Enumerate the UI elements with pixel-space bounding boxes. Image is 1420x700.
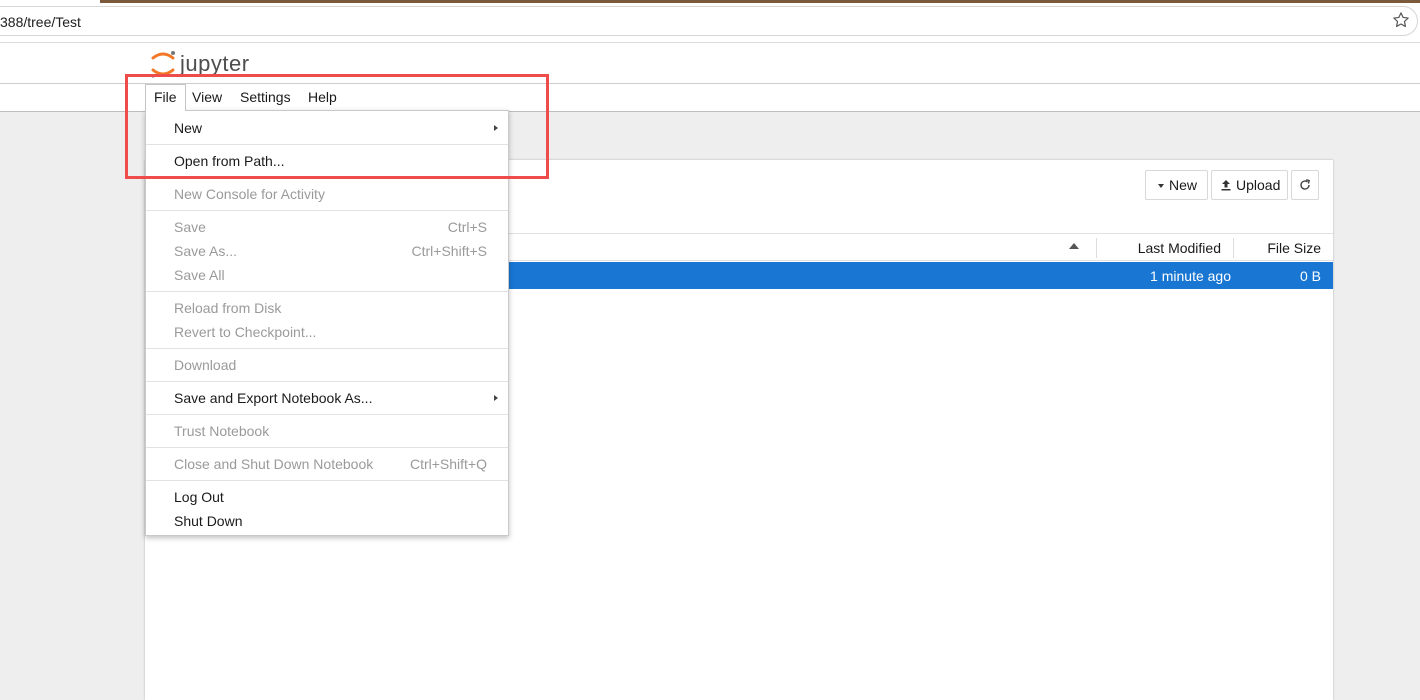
sort-caret-icon[interactable] [1069, 243, 1079, 249]
column-header-file-size[interactable]: File Size [1267, 240, 1321, 256]
menu-item-reload-from-disk[interactable]: Reload from Disk [146, 296, 508, 320]
new-button-label: New [1169, 177, 1198, 193]
menu-item-label: New [174, 120, 203, 136]
column-divider[interactable] [1096, 238, 1097, 258]
refresh-icon [1300, 179, 1311, 190]
menu-item-label: Open from Path... [174, 153, 285, 169]
caret-down-icon [1158, 184, 1164, 189]
star-icon[interactable] [1392, 11, 1410, 29]
upload-button[interactable]: Upload [1211, 170, 1288, 200]
menu-item-save[interactable]: Save Ctrl+S [146, 215, 508, 239]
menu-item-save-as[interactable]: Save As... Ctrl+Shift+S [146, 239, 508, 263]
menu-item-label: Save [174, 219, 206, 235]
menu-separator [146, 144, 508, 145]
file-menu-dropdown: New Open from Path... New Console for Ac… [145, 110, 509, 536]
menu-item-label: Trust Notebook [174, 423, 270, 439]
menu-item-shortcut: Ctrl+Shift+Q [409, 456, 487, 472]
menu-item-log-out[interactable]: Log Out [146, 485, 508, 509]
file-row-size: 0 B [1299, 268, 1321, 284]
submenu-arrow-icon [494, 125, 498, 131]
jupyter-header: jupyter [0, 43, 1420, 84]
menu-view[interactable]: View [184, 84, 230, 111]
menu-settings[interactable]: Settings [232, 84, 299, 111]
refresh-button[interactable] [1291, 170, 1319, 200]
menu-item-download[interactable]: Download [146, 353, 508, 377]
menu-item-label: Save All [174, 267, 225, 283]
upload-icon [1221, 180, 1231, 191]
menu-item-label: Save and Export Notebook As... [174, 390, 373, 406]
menu-item-label: Save As... [174, 243, 238, 259]
menu-separator [146, 177, 508, 178]
menu-separator [146, 447, 508, 448]
menu-item-trust-notebook[interactable]: Trust Notebook [146, 419, 508, 443]
menu-item-label: Shut Down [174, 513, 243, 529]
menu-item-open-from-path[interactable]: Open from Path... [146, 149, 508, 173]
jupyter-logo-icon [151, 51, 175, 78]
address-bar[interactable] [0, 6, 1418, 36]
menu-item-shortcut: Ctrl+S [447, 219, 487, 235]
menu-separator [146, 480, 508, 481]
column-header-last-modified[interactable]: Last Modified [1138, 240, 1221, 256]
jupyter-logo-text: jupyter [180, 51, 250, 76]
menu-item-close-and-shut-down[interactable]: Close and Shut Down Notebook Ctrl+Shift+… [146, 452, 508, 476]
menu-item-new[interactable]: New [146, 116, 508, 140]
menu-item-revert-to-checkpoint[interactable]: Revert to Checkpoint... [146, 320, 508, 344]
menu-item-save-all[interactable]: Save All [146, 263, 508, 287]
upload-button-label: Upload [1236, 177, 1281, 193]
new-button[interactable]: New [1145, 170, 1208, 200]
menu-separator [146, 210, 508, 211]
menu-separator [146, 291, 508, 292]
jupyter-logo[interactable]: jupyter [150, 49, 270, 79]
menu-item-save-and-export[interactable]: Save and Export Notebook As... [146, 386, 508, 410]
menu-item-shut-down[interactable]: Shut Down [146, 509, 508, 533]
file-row-modified: 1 minute ago [1150, 268, 1231, 284]
menu-item-label: Close and Shut Down Notebook [174, 456, 374, 472]
menu-separator [146, 414, 508, 415]
menu-item-label: Download [174, 357, 237, 373]
menu-item-label: Revert to Checkpoint... [174, 324, 317, 340]
address-bar-url[interactable]: 388/tree/Test [0, 14, 81, 30]
menu-file[interactable]: File [145, 84, 186, 111]
menu-separator [146, 348, 508, 349]
menu-separator [146, 381, 508, 382]
menu-item-label: Log Out [174, 489, 224, 505]
menu-item-shortcut: Ctrl+Shift+S [411, 243, 487, 259]
menu-item-new-console[interactable]: New Console for Activity [146, 182, 508, 206]
browser-toolbar: 388/tree/Test [0, 0, 1420, 43]
submenu-arrow-icon [494, 395, 498, 401]
column-divider[interactable] [1233, 238, 1234, 258]
menu-help[interactable]: Help [300, 84, 345, 111]
menubar: File View Settings Help [0, 84, 1420, 112]
menu-item-label: Reload from Disk [174, 300, 282, 316]
browser-tab-accent [100, 0, 1420, 3]
menu-item-label: New Console for Activity [174, 186, 325, 202]
